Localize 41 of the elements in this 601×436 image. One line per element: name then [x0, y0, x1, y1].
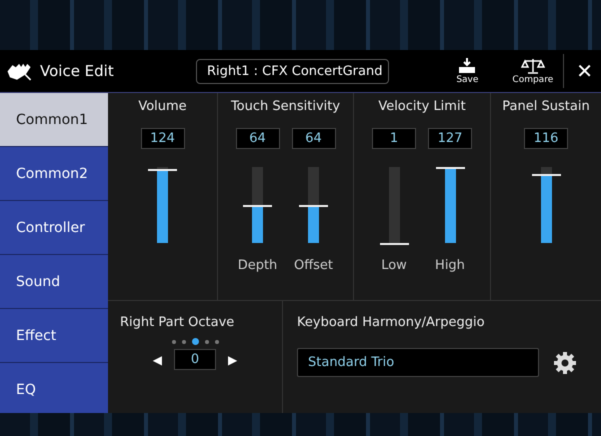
slider-label: Depth [238, 258, 278, 273]
vertical-slider[interactable] [532, 164, 560, 246]
sidebar-tab[interactable]: Sound [0, 255, 108, 309]
compare-button[interactable]: Compare [508, 56, 558, 86]
octave-value-field[interactable]: 0 [174, 349, 216, 370]
vertical-slider[interactable] [299, 164, 328, 246]
sidebar-tab[interactable]: Common1 [0, 93, 108, 147]
close-button[interactable]: ✕ [563, 54, 601, 88]
value-field[interactable]: 1 [372, 128, 416, 149]
value-field[interactable]: 127 [428, 128, 472, 149]
scales-icon [520, 58, 545, 74]
value-field[interactable]: 116 [524, 128, 568, 149]
vertical-slider[interactable] [148, 164, 177, 246]
slider-thumb[interactable] [532, 174, 560, 176]
sidebar-tab[interactable]: Effect [0, 309, 108, 363]
value-field[interactable]: 64 [292, 128, 336, 149]
slider-label: High [435, 258, 465, 273]
panel-title: Panel Sustain [502, 99, 590, 114]
panel-title: Touch Sensitivity [230, 99, 340, 114]
download-tray-icon [457, 58, 478, 74]
value-field[interactable]: 124 [140, 128, 184, 149]
vertical-slider[interactable] [380, 164, 408, 246]
octave-title: Right Part Octave [120, 315, 234, 330]
voice-name-field[interactable]: Right1 : CFX ConcertGrand [196, 58, 389, 84]
slider-label: Offset [294, 258, 334, 273]
save-button[interactable]: Save [452, 56, 482, 86]
sidebar-tab[interactable]: Controller [0, 201, 108, 255]
panel-title: Velocity Limit [378, 99, 466, 114]
vertical-slider[interactable] [436, 164, 464, 246]
value-field[interactable]: 64 [236, 128, 280, 149]
harmony-type-field[interactable]: Standard Trio [297, 348, 539, 377]
increase-button[interactable]: ▶ [228, 352, 238, 366]
slider-label: Low [381, 258, 407, 273]
vertical-slider[interactable] [243, 164, 272, 246]
slider-thumb[interactable] [148, 168, 177, 171]
harmony-title: Keyboard Harmony/Arpeggio [297, 315, 486, 330]
decrease-button[interactable]: ◀ [152, 352, 162, 366]
sidebar-tab[interactable]: Common2 [0, 147, 108, 201]
settings-icon[interactable] [553, 350, 577, 374]
screen-title: Voice Edit [40, 62, 114, 80]
panel-title: Volume [138, 99, 187, 114]
